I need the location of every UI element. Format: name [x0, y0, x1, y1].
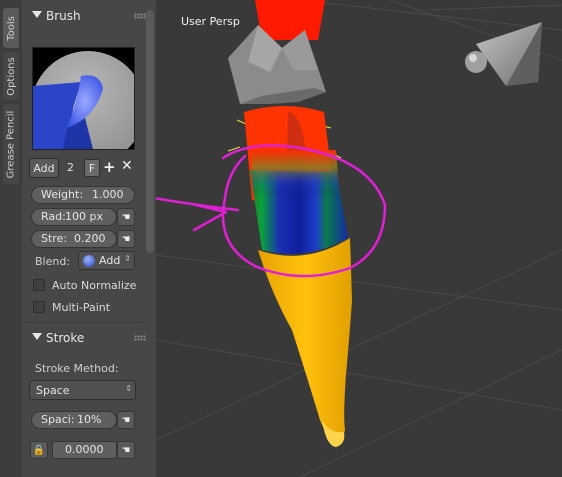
jitter-pressure-icon[interactable]: ☚: [117, 441, 135, 459]
tool-tab-strip: Tools Options Grease Pencil: [0, 0, 23, 477]
tab-options[interactable]: Options: [3, 52, 19, 100]
radius-pressure-icon[interactable]: ☚: [117, 208, 135, 226]
weight-slider[interactable]: Weight: 1.000: [31, 186, 135, 204]
brush-users-count[interactable]: 2: [67, 161, 74, 174]
strength-label: Stre:: [41, 232, 68, 245]
jitter-value: 0.0000: [65, 443, 104, 456]
multi-paint-label: Multi-Paint: [52, 301, 111, 314]
lock-icon[interactable]: 🔒: [30, 441, 48, 459]
weight-label: Weight:: [41, 188, 84, 201]
blend-mode-dropdown[interactable]: Add ⇕: [78, 251, 135, 270]
drag-grip-icon[interactable]: [134, 13, 146, 19]
drag-grip-icon[interactable]: [134, 335, 146, 341]
viewport-label: User Persp: [181, 15, 240, 28]
stroke-panel-header[interactable]: Stroke: [26, 328, 160, 350]
blend-value: Add: [99, 254, 121, 267]
strength-pressure-icon[interactable]: ☚: [117, 230, 135, 248]
3d-viewport[interactable]: User Persp: [156, 0, 562, 477]
updown-arrows-icon: ⇕: [124, 254, 131, 263]
radius-value: 100 px: [65, 210, 103, 223]
spacing-slider[interactable]: Spaci: 10%: [31, 411, 117, 429]
stroke-method-value: Space: [36, 384, 70, 397]
tab-options-label: Options: [5, 56, 17, 96]
radius-label: Rad:: [41, 210, 66, 223]
tab-tools[interactable]: Tools: [3, 8, 19, 48]
unlink-brush-close-icon[interactable]: ✕: [121, 158, 133, 174]
radius-slider[interactable]: Rad: 100 px: [31, 208, 117, 226]
tool-shelf-scrollbar[interactable]: [146, 10, 154, 253]
panel-divider: [25, 322, 143, 323]
spacing-pressure-icon[interactable]: ☚: [117, 411, 135, 429]
stroke-panel-title: Stroke: [46, 331, 85, 345]
spacing-value: 10%: [77, 413, 102, 426]
add-brush-label: Add: [33, 161, 55, 175]
brush-panel-title: Brush: [46, 9, 81, 23]
stroke-method-label: Stroke Method:: [35, 362, 119, 375]
auto-normalize-label: Auto Normalize: [52, 279, 137, 292]
blend-sphere-icon: [83, 255, 95, 267]
strength-slider[interactable]: Stre: 0.200: [31, 230, 117, 248]
add-brush-button[interactable]: Add: [29, 158, 59, 178]
tab-grease-pencil-label: Grease Pencil: [5, 110, 17, 178]
tab-tools-label: Tools: [5, 15, 17, 41]
fake-user-label: F: [88, 161, 96, 175]
collapse-triangle-icon: [32, 11, 42, 18]
jitter-field[interactable]: 0.0000: [52, 441, 117, 459]
weight-value: 1.000: [92, 188, 124, 201]
blend-label: Blend:: [35, 255, 71, 268]
updown-arrows-icon: ⇕: [125, 384, 132, 393]
fake-user-button[interactable]: F: [84, 159, 100, 177]
strength-value: 0.200: [74, 232, 106, 245]
tab-grease-pencil[interactable]: Grease Pencil: [3, 104, 19, 184]
brush-panel-header[interactable]: Brush: [26, 6, 160, 28]
brush-preview-thumbnail[interactable]: [32, 47, 135, 150]
spacing-label: Spaci:: [41, 413, 75, 426]
collapse-triangle-icon: [32, 333, 42, 340]
auto-normalize-checkbox[interactable]: [33, 279, 45, 291]
new-brush-plus-icon[interactable]: +: [103, 158, 116, 176]
multi-paint-checkbox[interactable]: [33, 301, 45, 313]
stroke-method-dropdown[interactable]: Space ⇕: [29, 380, 136, 400]
